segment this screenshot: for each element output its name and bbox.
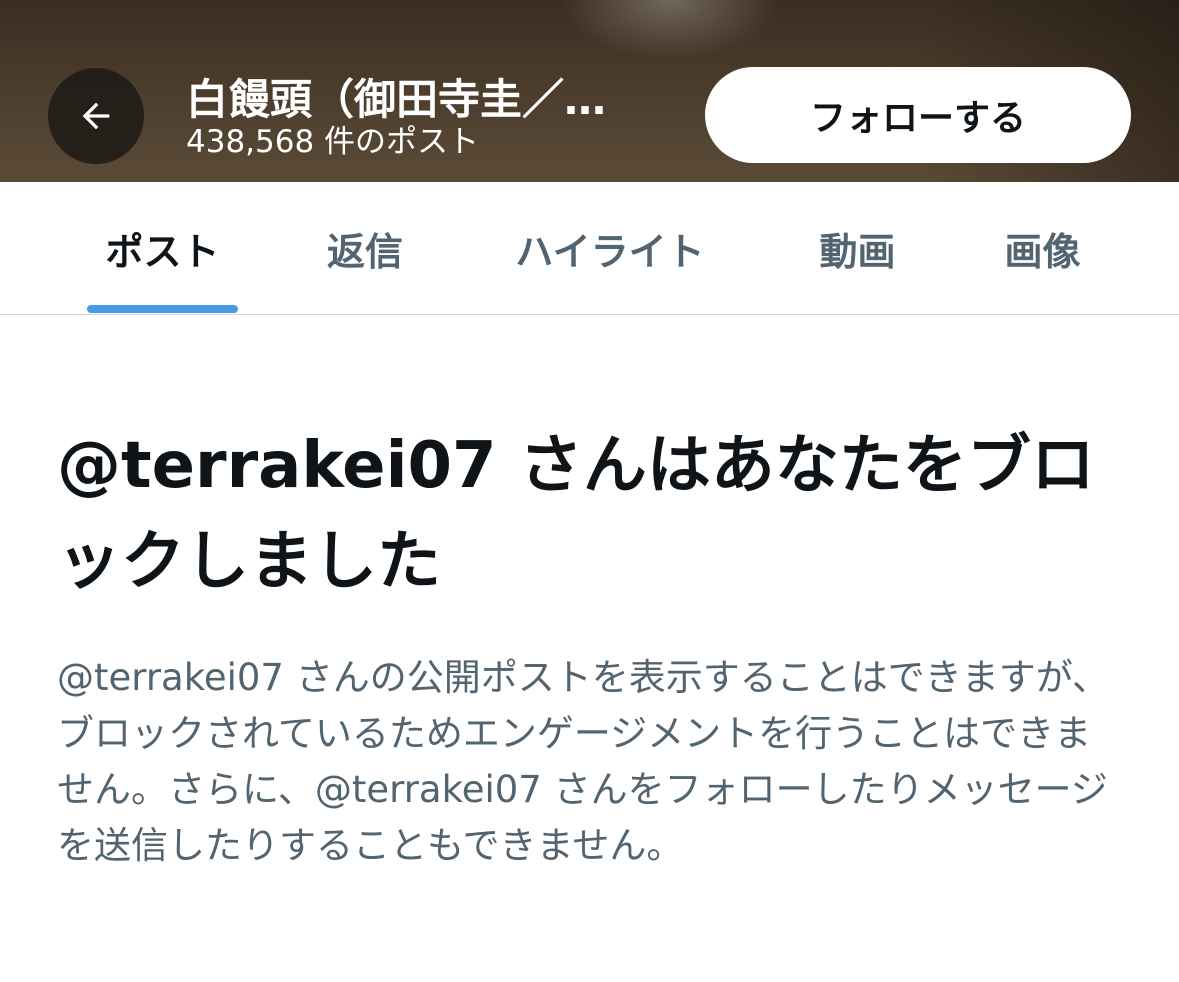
tab-images[interactable]: 画像 <box>975 182 1110 314</box>
post-count: 438,568 件のポスト <box>186 124 480 160</box>
blocked-title: @terrakei07 さんはあなたをブロックしました <box>57 429 1095 599</box>
follow-button[interactable]: フォローする <box>705 67 1131 163</box>
tab-replies[interactable]: 返信 <box>300 182 430 314</box>
arrow-left-icon <box>82 102 110 130</box>
back-button[interactable] <box>48 68 144 164</box>
tab-videos[interactable]: 動画 <box>790 182 925 314</box>
active-tab-indicator <box>87 305 238 313</box>
tab-posts[interactable]: ポスト <box>87 182 238 314</box>
profile-tabs: ポスト 返信 ハイライト 動画 画像 <box>0 182 1179 315</box>
header-banner-image <box>560 0 780 60</box>
profile-header: 白饅頭（御田寺圭／… 438,568 件のポスト フォローする <box>0 0 1179 182</box>
profile-name: 白饅頭（御田寺圭／… <box>186 75 607 124</box>
blocked-description: @terrakei07 さんの公開ポストを表示することはできますが、ブロックされ… <box>57 656 1109 867</box>
tab-highlights[interactable]: ハイライト <box>490 182 730 314</box>
